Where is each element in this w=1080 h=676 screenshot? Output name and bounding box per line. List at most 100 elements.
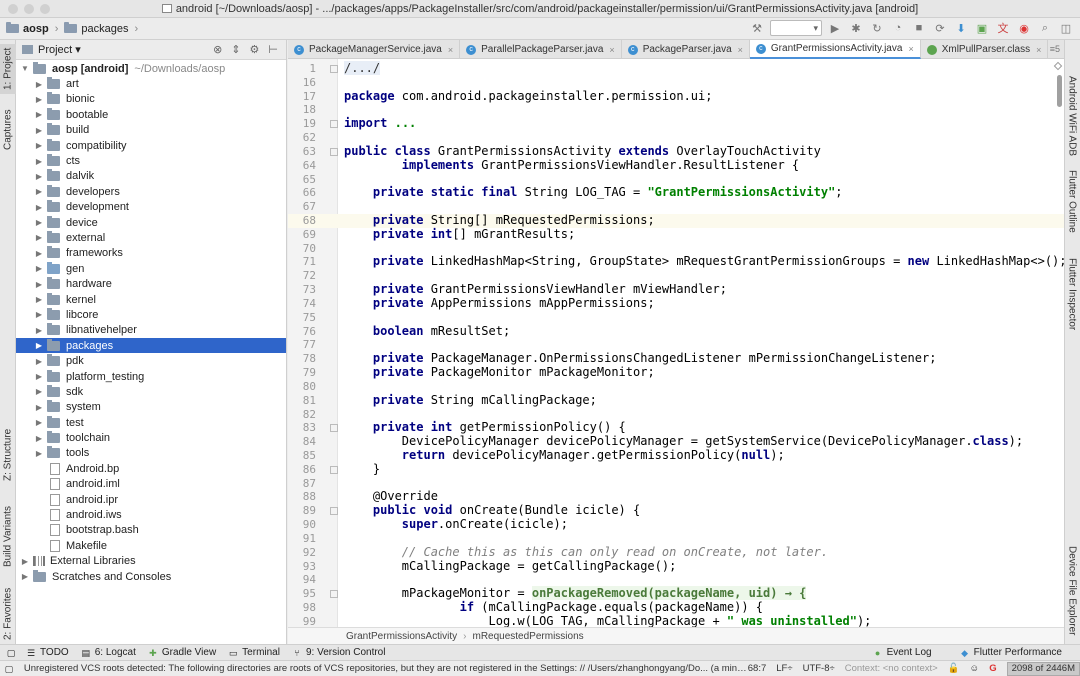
flutter-performance-tool-button[interactable]: ◆ Flutter Performance xyxy=(960,647,1062,658)
code-editor[interactable]: 1 /.../ 16 17 package com.android.packageins… xyxy=(288,59,1064,627)
editor-tab[interactable]: c ParallelPackageParser.java × xyxy=(460,40,622,59)
flutter-inspector-tool-tab[interactable]: Flutter Inspector xyxy=(1064,240,1080,348)
tabs-overflow-menu[interactable]: ≡ 5 xyxy=(1050,40,1064,58)
tree-folder[interactable]: ▶ external xyxy=(16,230,286,245)
todo-tool-button[interactable]: ☰ TODO xyxy=(26,647,69,658)
code-line[interactable]: 62 xyxy=(288,131,1064,145)
code-line[interactable]: 94 xyxy=(288,573,1064,587)
profile-icon[interactable]: ◔ xyxy=(890,20,906,36)
fold-marker-icon[interactable] xyxy=(330,147,338,156)
chevron-right-icon[interactable]: ▶ xyxy=(34,449,44,458)
terminal-tool-button[interactable]: ▭ Terminal xyxy=(228,647,280,658)
status-message[interactable]: Unregistered VCS roots detected: The fol… xyxy=(18,663,748,674)
close-icon[interactable]: × xyxy=(448,45,453,55)
tree-folder[interactable]: ▶ dalvik xyxy=(16,169,286,184)
chevron-right-icon[interactable]: ▶ xyxy=(34,172,44,181)
editor-scrollbar[interactable] xyxy=(1057,75,1062,107)
zoom-window-button[interactable] xyxy=(40,4,50,14)
hector-icon[interactable]: ☺ xyxy=(970,663,980,674)
chevron-right-icon[interactable]: ▶ xyxy=(34,218,44,227)
chevron-right-icon[interactable]: ▶ xyxy=(34,372,44,381)
breadcrumb-class[interactable]: GrantPermissionsActivity xyxy=(346,631,457,642)
chevron-right-icon[interactable]: ▶ xyxy=(34,434,44,443)
tree-folder[interactable]: ▶ packages xyxy=(16,338,286,354)
code-line[interactable]: 77 xyxy=(288,338,1064,352)
chevron-right-icon[interactable]: ▶ xyxy=(34,418,44,427)
tree-folder[interactable]: ▶ art xyxy=(16,76,286,91)
editor-tab[interactable]: XmlPullParser.class × xyxy=(921,40,1049,59)
code-line[interactable]: 89 public void onCreate(Bundle icicle) { xyxy=(288,503,1064,518)
tree-folder[interactable]: ▶ cts xyxy=(16,153,286,168)
fold-marker-icon[interactable] xyxy=(330,424,338,433)
code-line[interactable]: 78 private PackageManager.OnPermissionsC… xyxy=(288,351,1064,366)
code-line[interactable]: 18 xyxy=(288,103,1064,117)
debug-icon[interactable]: ✱ xyxy=(848,20,864,36)
context-indicator[interactable]: Context: <no context> xyxy=(845,663,938,674)
stop-icon[interactable]: ■ xyxy=(911,20,927,36)
code-line[interactable]: 69 private int[] mGrantResults; xyxy=(288,227,1064,242)
chevron-right-icon[interactable]: ▶ xyxy=(34,310,44,319)
chevron-right-icon[interactable]: ▶ xyxy=(34,126,44,135)
chevron-right-icon[interactable]: ▶ xyxy=(34,280,44,289)
device-file-explorer-tool-tab[interactable]: Device File Explorer xyxy=(1064,540,1080,642)
gradle-view-tool-button[interactable]: ✚ Gradle View xyxy=(148,647,216,658)
tree-external-libraries[interactable]: ▶ External Libraries xyxy=(16,554,286,569)
tree-file[interactable]: Android.bp xyxy=(16,461,286,476)
tree-file[interactable]: android.ipr xyxy=(16,492,286,507)
fold-marker-icon[interactable] xyxy=(330,465,338,474)
tree-folder[interactable]: ▶ compatibility xyxy=(16,138,286,153)
scroll-from-source-icon[interactable]: ⊗ xyxy=(213,43,222,56)
code-line[interactable]: 85 return devicePolicyManager.getPermiss… xyxy=(288,448,1064,463)
code-line[interactable]: 67 xyxy=(288,200,1064,214)
chevron-right-icon[interactable]: ▶ xyxy=(34,203,44,212)
tree-folder[interactable]: ▶ device xyxy=(16,215,286,230)
code-line[interactable]: 87 xyxy=(288,477,1064,491)
flutter-outline-tool-tab[interactable]: Flutter Outline xyxy=(1064,154,1080,248)
code-line[interactable]: 68 private String[] mRequestedPermission… xyxy=(288,213,1064,228)
chevron-right-icon[interactable]: ▶ xyxy=(20,572,30,581)
editor-tab[interactable]: c PackageManagerService.java × xyxy=(288,40,461,59)
chevron-right-icon[interactable]: ▶ xyxy=(34,249,44,258)
hide-panel-icon[interactable]: ⊢ xyxy=(268,43,278,56)
tree-folder[interactable]: ▶ system xyxy=(16,400,286,415)
tree-folder[interactable]: ▶ build xyxy=(16,123,286,138)
favorites-tool-tab[interactable]: 2: Favorites xyxy=(0,584,16,644)
chevron-right-icon[interactable]: ▶ xyxy=(34,326,44,335)
tree-folder[interactable]: ▶ bootable xyxy=(16,107,286,122)
chrome-icon[interactable]: ◉ xyxy=(1016,20,1032,36)
code-line[interactable]: 92 // Cache this as this can only read o… xyxy=(288,545,1064,560)
tree-folder[interactable]: ▶ gen xyxy=(16,261,286,276)
chevron-right-icon[interactable]: ▶ xyxy=(34,341,44,350)
code-line[interactable]: 1 /.../ xyxy=(288,61,1064,76)
chevron-right-icon[interactable]: ▶ xyxy=(34,295,44,304)
tree-folder[interactable]: ▶ pdk xyxy=(16,353,286,368)
code-line[interactable]: 80 xyxy=(288,380,1064,394)
attach-icon[interactable]: ↻ xyxy=(869,20,885,36)
nav-crumb-root[interactable]: aosp xyxy=(6,22,49,35)
tree-folder[interactable]: ▶ bionic xyxy=(16,92,286,107)
code-line[interactable]: 63 public class GrantPermissionsActivity … xyxy=(288,144,1064,159)
editor-tab[interactable]: c PackageParser.java × xyxy=(622,40,750,59)
tree-folder[interactable]: ▶ tools xyxy=(16,446,286,461)
line-separator[interactable]: LF÷ xyxy=(776,663,792,674)
project-view-selector[interactable]: Project ▾ xyxy=(22,43,81,56)
expand-statusbar-icon[interactable]: ▢ xyxy=(4,664,14,674)
code-line[interactable]: 75 xyxy=(288,311,1064,325)
build-variants-tool-tab[interactable]: Build Variants xyxy=(0,496,16,578)
tree-folder[interactable]: ▶ platform_testing xyxy=(16,369,286,384)
translate-icon[interactable]: 文 xyxy=(995,20,1011,36)
tree-folder[interactable]: ▶ sdk xyxy=(16,384,286,399)
code-line[interactable]: 19 import ... xyxy=(288,116,1064,131)
fold-marker-icon[interactable] xyxy=(330,590,338,599)
chevron-right-icon[interactable]: ▶ xyxy=(34,187,44,196)
run-icon[interactable]: ▶ xyxy=(827,20,843,36)
google-icon[interactable]: G xyxy=(989,663,996,674)
code-line[interactable]: 16 xyxy=(288,76,1064,90)
code-line[interactable]: 79 private PackageMonitor mPackageMonito… xyxy=(288,365,1064,380)
chevron-right-icon[interactable]: ▶ xyxy=(34,80,44,89)
tree-file[interactable]: Makefile xyxy=(16,538,286,553)
code-line[interactable]: 65 xyxy=(288,173,1064,187)
close-icon[interactable]: × xyxy=(609,45,614,55)
close-icon[interactable]: × xyxy=(738,45,743,55)
code-line[interactable]: 93 mCallingPackage = getCallingPackage()… xyxy=(288,559,1064,574)
